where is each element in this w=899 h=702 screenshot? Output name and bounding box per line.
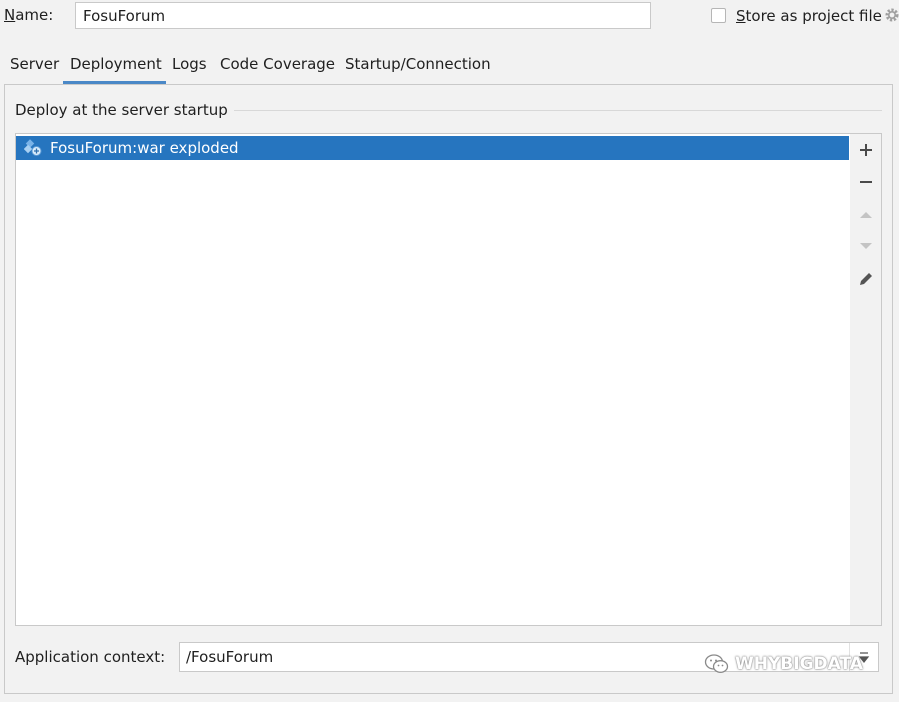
wechat-icon xyxy=(704,654,729,673)
move-down-icon[interactable] xyxy=(857,237,875,255)
application-context-value: /FosuForum xyxy=(186,648,274,666)
name-input[interactable] xyxy=(75,2,651,29)
list-item-label: FosuForum:war exploded xyxy=(50,139,239,157)
tab-logs[interactable]: Logs xyxy=(172,54,207,74)
add-icon[interactable] xyxy=(857,141,875,159)
name-label: Name: xyxy=(4,6,54,24)
section-title: Deploy at the server startup xyxy=(15,101,234,119)
application-context-label: Application context: xyxy=(15,648,166,666)
section-divider xyxy=(224,110,882,111)
store-as-project-file-checkbox[interactable] xyxy=(711,8,726,23)
remove-icon[interactable] xyxy=(857,173,875,191)
deploy-artifact-list[interactable] xyxy=(15,133,851,626)
edit-icon[interactable] xyxy=(857,270,875,288)
tab-code-coverage[interactable]: Code Coverage xyxy=(220,54,335,74)
tab-startup-connection[interactable]: Startup/Connection xyxy=(345,54,491,74)
tab-deployment[interactable]: Deployment xyxy=(70,54,162,74)
artifact-icon xyxy=(24,139,42,156)
gear-icon[interactable] xyxy=(884,7,899,23)
watermark-text: WHYBIGDATA xyxy=(735,654,863,674)
tab-server[interactable]: Server xyxy=(10,54,59,74)
list-item[interactable]: FosuForum:war exploded xyxy=(16,136,849,160)
move-up-icon[interactable] xyxy=(857,206,875,224)
store-as-project-file-label[interactable]: Store as project file xyxy=(736,7,882,25)
